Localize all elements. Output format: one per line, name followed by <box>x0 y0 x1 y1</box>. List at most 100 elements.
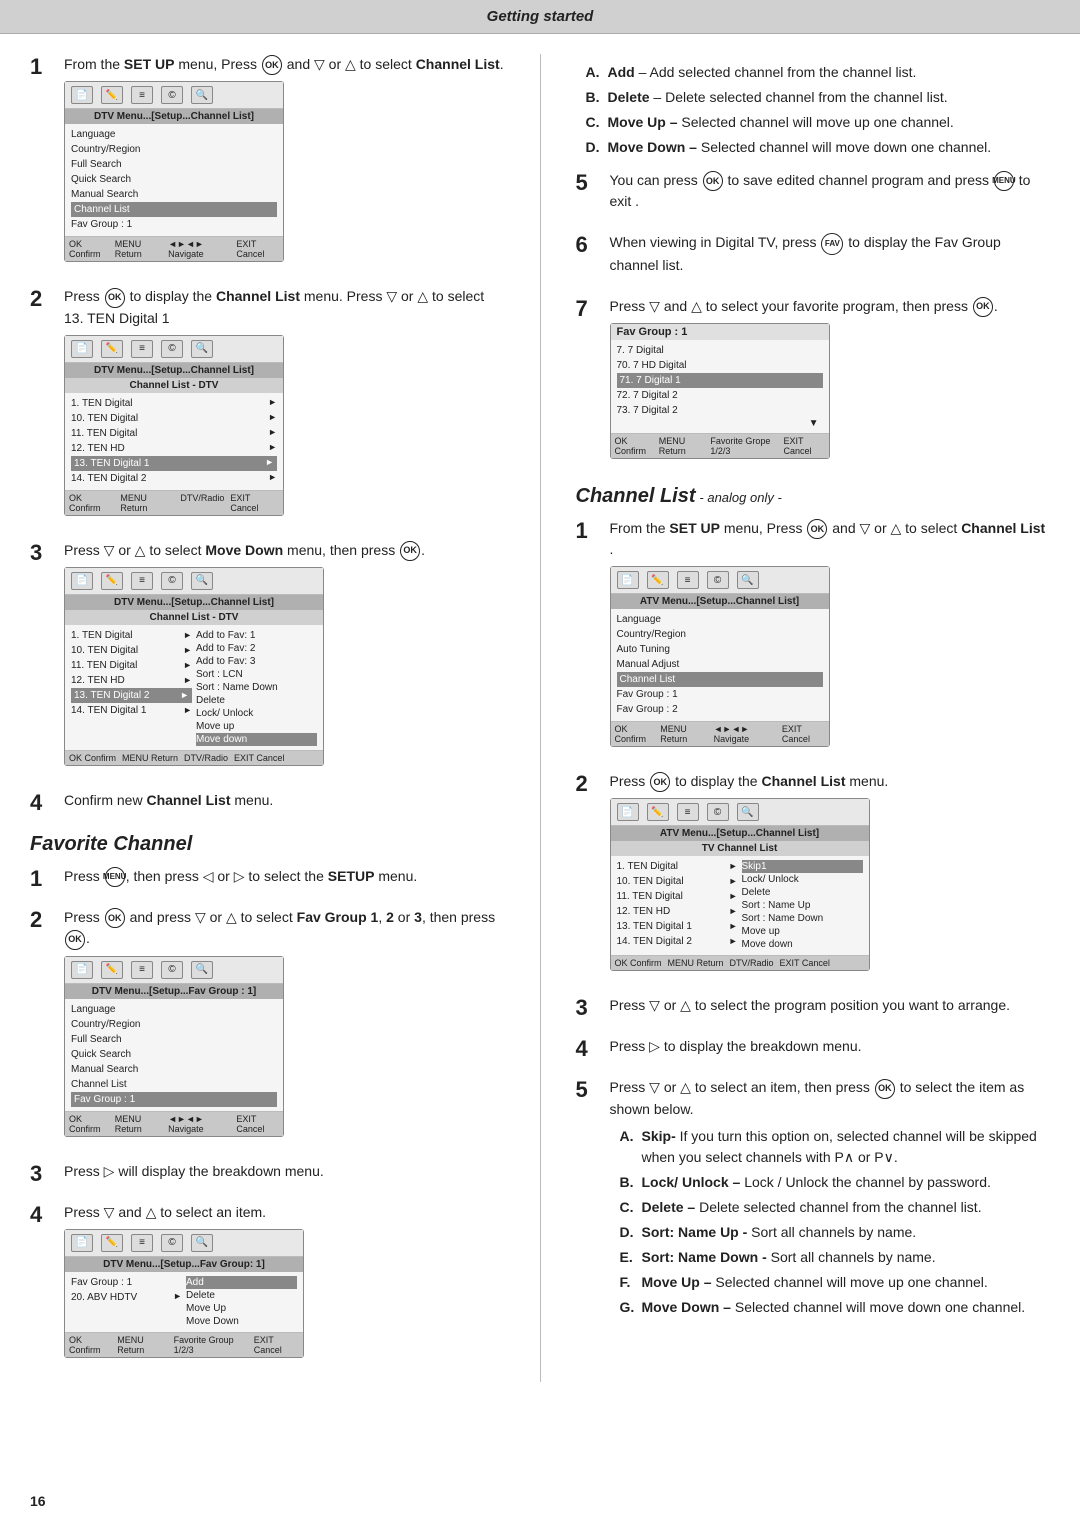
screen-cl2-right: Skip1 Lock/ Unlock Delete Sort : Name Up… <box>742 859 863 951</box>
screen-row: Channel List <box>71 1077 277 1092</box>
screen-fav4-footer: OK ConfirmMENU ReturnFavorite Group 1/2/… <box>65 1332 303 1357</box>
fav-step-1-text: Press MENU, then press ◁ or ▷ to select … <box>64 866 505 887</box>
screen-fav4-title: DTV Menu...[Setup...Fav Group: 1] <box>65 1257 303 1272</box>
screen-submenu-item-highlighted: Move down <box>196 733 317 746</box>
screen-row: 1. TEN Digital► <box>71 628 192 643</box>
screen-row: Country/Region <box>71 142 277 157</box>
ok-button-icon: OK <box>875 1079 895 1099</box>
step-2-content: Press OK to display the Channel List men… <box>64 286 505 525</box>
screen-row: Manual Search <box>71 1062 277 1077</box>
fav-step-3-number: 3 <box>30 1161 58 1187</box>
icon-1: 📄 <box>617 571 639 589</box>
screen-icons-cl2: 📄 ✏️ ≡ © 🔍 <box>611 799 869 826</box>
screen-fav2-title: DTV Menu...[Setup...Fav Group : 1] <box>65 984 283 999</box>
screen-2-footer: OK ConfirmMENU ReturnDTV/RadioEXIT Cance… <box>65 490 283 515</box>
list-label-f: F. <box>620 1272 638 1293</box>
list-item-b: B. Lock/ Unlock – Lock / Unlock the chan… <box>620 1172 1051 1193</box>
right-step-7-text: Press ▽ and △ to select your favorite pr… <box>610 296 1051 317</box>
fav-step-3: 3 Press ▷ will display the breakdown men… <box>30 1161 505 1188</box>
screen-3-right: Add to Fav: 1 Add to Fav: 2 Add to Fav: … <box>196 628 317 746</box>
cl-step-1-content: From the SET UP menu, Press OK and ▽ or … <box>610 518 1051 757</box>
screen-icons-1: 📄 ✏️ ≡ © 🔍 <box>65 82 283 109</box>
list-label-d: D. <box>620 1222 638 1243</box>
column-divider <box>540 54 541 1382</box>
screen-1-title: DTV Menu...[Setup...Channel List] <box>65 109 283 124</box>
fav-button-icon: FAV <box>821 233 843 255</box>
right-step-6: 6 When viewing in Digital TV, press FAV … <box>576 232 1051 281</box>
screen-2-body: 1. TEN Digital► 10. TEN Digital► 11. TEN… <box>65 393 283 490</box>
step-1: 1 From the SET UP menu, Press OK and ▽ o… <box>30 54 505 272</box>
icon-3: ≡ <box>131 1234 153 1252</box>
screen-2-title: DTV Menu...[Setup...Channel List] <box>65 363 283 378</box>
screen-1-footer: OK ConfirmMENU Return◄►◄► NavigateEXIT C… <box>65 236 283 261</box>
cl-step-3-content: Press ▽ or △ to select the program posit… <box>610 995 1051 1022</box>
left-column: 1 From the SET UP menu, Press OK and ▽ o… <box>30 54 505 1382</box>
fav-step-2-content: Press OK and press ▽ or △ to select Fav … <box>64 907 505 1147</box>
icon-5: 🔍 <box>191 86 213 104</box>
list-item-f: F. Move Up – Selected channel will move … <box>620 1272 1051 1293</box>
screen-mockup-fav2: 📄 ✏️ ≡ © 🔍 DTV Menu...[Setup...Fav Group… <box>64 956 284 1137</box>
fav-step-3-content: Press ▷ will display the breakdown menu. <box>64 1161 505 1188</box>
screen-row-highlighted: 71. 7 Digital 1 <box>617 373 823 388</box>
icon-3: ≡ <box>131 961 153 979</box>
icon-2: ✏️ <box>101 340 123 358</box>
screen-cl1-footer: OK ConfirmMENU Return◄►◄► NavigateEXIT C… <box>611 721 829 746</box>
list-item-e: E. Sort: Name Down - Sort all channels b… <box>620 1247 1051 1268</box>
screen-row: Manual Adjust <box>617 657 823 672</box>
screen-submenu-item: Move Up <box>186 1302 297 1315</box>
icon-2: ✏️ <box>101 1234 123 1252</box>
list-label-d: D. <box>586 137 604 158</box>
screen-submenu-item: Delete <box>186 1289 297 1302</box>
fav-step-1-number: 1 <box>30 866 58 892</box>
step-3: 3 Press ▽ or △ to select Move Down menu,… <box>30 540 505 776</box>
screen-step7-footer: OK ConfirmMENU ReturnFavorite Grope 1/2/… <box>611 433 829 458</box>
screen-icons-fav4: 📄 ✏️ ≡ © 🔍 <box>65 1230 303 1257</box>
screen-mockup-cl2: 📄 ✏️ ≡ © 🔍 ATV Menu...[Setup...Channel L… <box>610 798 870 971</box>
scroll-indicator: ▼ <box>617 418 823 429</box>
screen-row: 13. TEN Digital 1► <box>617 919 738 934</box>
icon-3: ≡ <box>131 86 153 104</box>
list-label-c: C. <box>586 112 604 133</box>
list-item-b: B. Delete – Delete selected channel from… <box>586 87 1051 108</box>
list-label-c: C. <box>620 1197 638 1218</box>
cl-step-1: 1 From the SET UP menu, Press OK and ▽ o… <box>576 518 1051 757</box>
ok-button-icon: OK <box>105 908 125 928</box>
screen-cl2-left: 1. TEN Digital► 10. TEN Digital► 11. TEN… <box>617 859 738 951</box>
icon-4: © <box>161 1234 183 1252</box>
icon-5: 🔍 <box>191 1234 213 1252</box>
screen-row: Full Search <box>71 1032 277 1047</box>
screen-row: Full Search <box>71 157 277 172</box>
screen-row: 20. ABV HDTV► <box>71 1290 182 1305</box>
screen-row: Quick Search <box>71 1047 277 1062</box>
cl-step-3: 3 Press ▽ or △ to select the program pos… <box>576 995 1051 1022</box>
screen-row-highlighted: 13. TEN Digital 1► <box>71 456 277 471</box>
screen-mockup-2: 📄 ✏️ ≡ © 🔍 DTV Menu...[Setup...Channel L… <box>64 335 284 516</box>
screen-fav4-right: Add Delete Move Up Move Down <box>186 1275 297 1328</box>
list-text-f: Move Up – Selected channel will move up … <box>642 1272 988 1293</box>
list-text-d: Sort: Name Up - Sort all channels by nam… <box>642 1222 917 1243</box>
list-text-g: Move Down – Selected channel will move d… <box>642 1297 1026 1318</box>
screen-submenu-item: Move up <box>742 925 863 938</box>
list-item-c: C. Delete – Delete selected channel from… <box>620 1197 1051 1218</box>
icon-5: 🔍 <box>191 961 213 979</box>
screen-row: Fav Group : 2 <box>617 702 823 717</box>
screen-row: 72. 7 Digital 2 <box>617 388 823 403</box>
screen-cl2-title: ATV Menu...[Setup...Channel List] <box>611 826 869 841</box>
step-1-number: 1 <box>30 54 58 80</box>
screen-submenu-item: Lock/ Unlock <box>742 873 863 886</box>
list-label-a: A. <box>620 1126 638 1168</box>
cl-step-4-number: 4 <box>576 1036 604 1062</box>
step-2-number: 2 <box>30 286 58 312</box>
list-text-c: Move Up – Selected channel will move up … <box>608 112 954 133</box>
list-text-d: Move Down – Selected channel will move d… <box>608 137 992 158</box>
icon-5: 🔍 <box>191 340 213 358</box>
right-step-7-number: 7 <box>576 296 604 322</box>
icon-1: 📄 <box>71 340 93 358</box>
step-1-content: From the SET UP menu, Press OK and ▽ or … <box>64 54 505 272</box>
screen-submenu-item: Add to Fav: 2 <box>196 642 317 655</box>
step-3-number: 3 <box>30 540 58 566</box>
cl-alpha-list: A. Skip- If you turn this option on, sel… <box>620 1126 1051 1318</box>
step-4-number: 4 <box>30 790 58 816</box>
step-4-content: Confirm new Channel List menu. <box>64 790 505 817</box>
screen-row: 73. 7 Digital 2 <box>617 403 823 418</box>
